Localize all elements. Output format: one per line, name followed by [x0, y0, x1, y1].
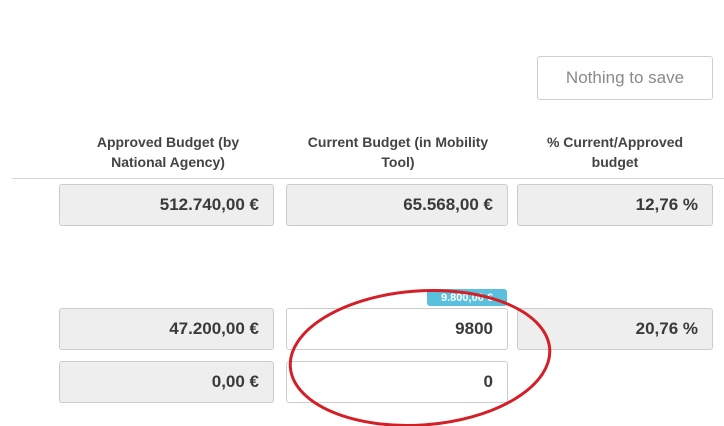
column-header-current-line1: Current Budget (in Mobility	[307, 134, 489, 150]
column-header-approved-line2: National Agency)	[111, 154, 225, 170]
save-button[interactable]: Nothing to save	[537, 56, 713, 100]
column-header-approved-budget: Approved Budget (by National Agency)	[62, 128, 274, 176]
row3-approved-budget: 0,00 €	[59, 361, 274, 403]
total-approved-budget: 512.740,00 €	[59, 184, 274, 226]
row3-current-budget-input[interactable]: 0	[286, 361, 508, 403]
column-header-approved-line1: Approved Budget (by	[96, 134, 240, 150]
row2-approved-budget: 47.200,00 €	[59, 308, 274, 350]
column-header-percent: % Current/Approved budget	[517, 128, 713, 176]
total-current-budget: 65.568,00 €	[286, 184, 508, 226]
row2-percent: 20,76 %	[517, 308, 713, 350]
column-header-current-budget: Current Budget (in Mobility Tool)	[286, 128, 510, 176]
column-header-percent-line1: % Current/Approved	[546, 134, 684, 150]
approved-value-badge: 9.800,00 €	[427, 289, 507, 306]
total-percent: 12,76 %	[517, 184, 713, 226]
column-header-percent-line2: budget	[591, 154, 639, 170]
row2-current-budget-input[interactable]: 9800	[286, 308, 508, 350]
header-divider	[12, 178, 724, 179]
column-header-current-line2: Tool)	[381, 154, 415, 170]
